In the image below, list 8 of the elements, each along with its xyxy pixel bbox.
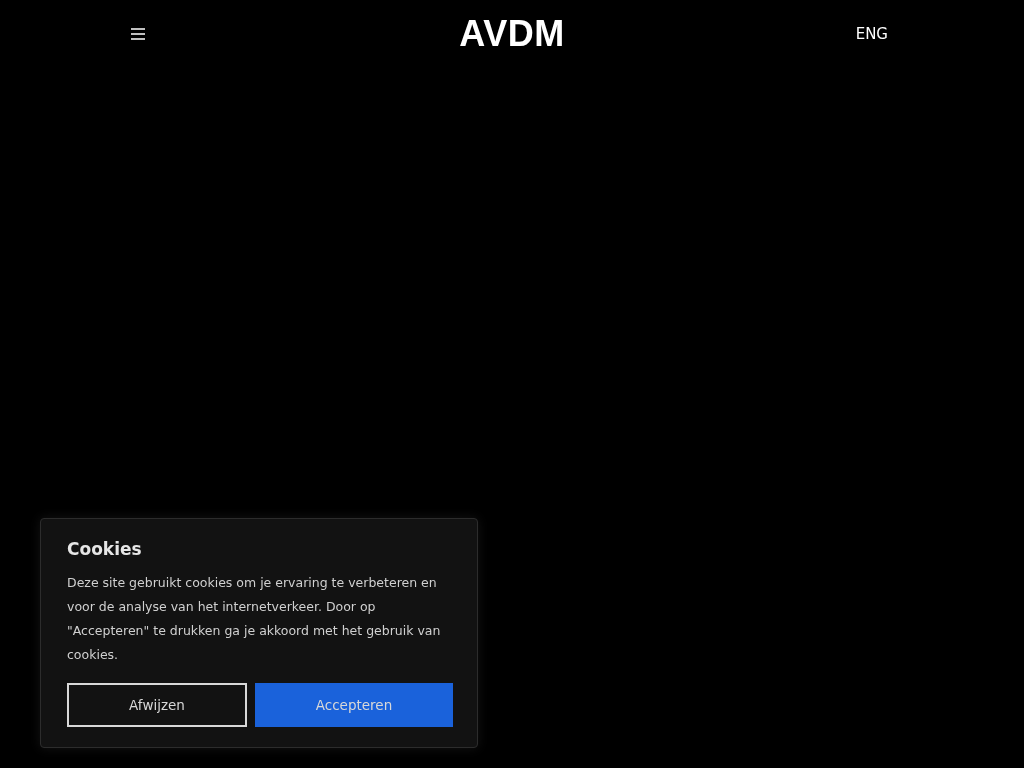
cookie-title: Cookies: [67, 539, 143, 559]
menu-icon: [130, 27, 146, 41]
reject-button[interactable]: Afwijzen: [67, 683, 247, 727]
logo[interactable]: AVDM: [459, 13, 565, 55]
cookie-text: Deze site gebruikt cookies om je ervaring te verbeteren en voor de analyse van het internetverkeer. Door op "Accepteren" te drukken ga je akkoord met het gebruik van cookies.: [67, 574, 442, 664]
language-link[interactable]: ENG: [855, 25, 888, 43]
accept-button[interactable]: Accepteren: [255, 683, 453, 727]
menu-button[interactable]: [130, 26, 146, 42]
